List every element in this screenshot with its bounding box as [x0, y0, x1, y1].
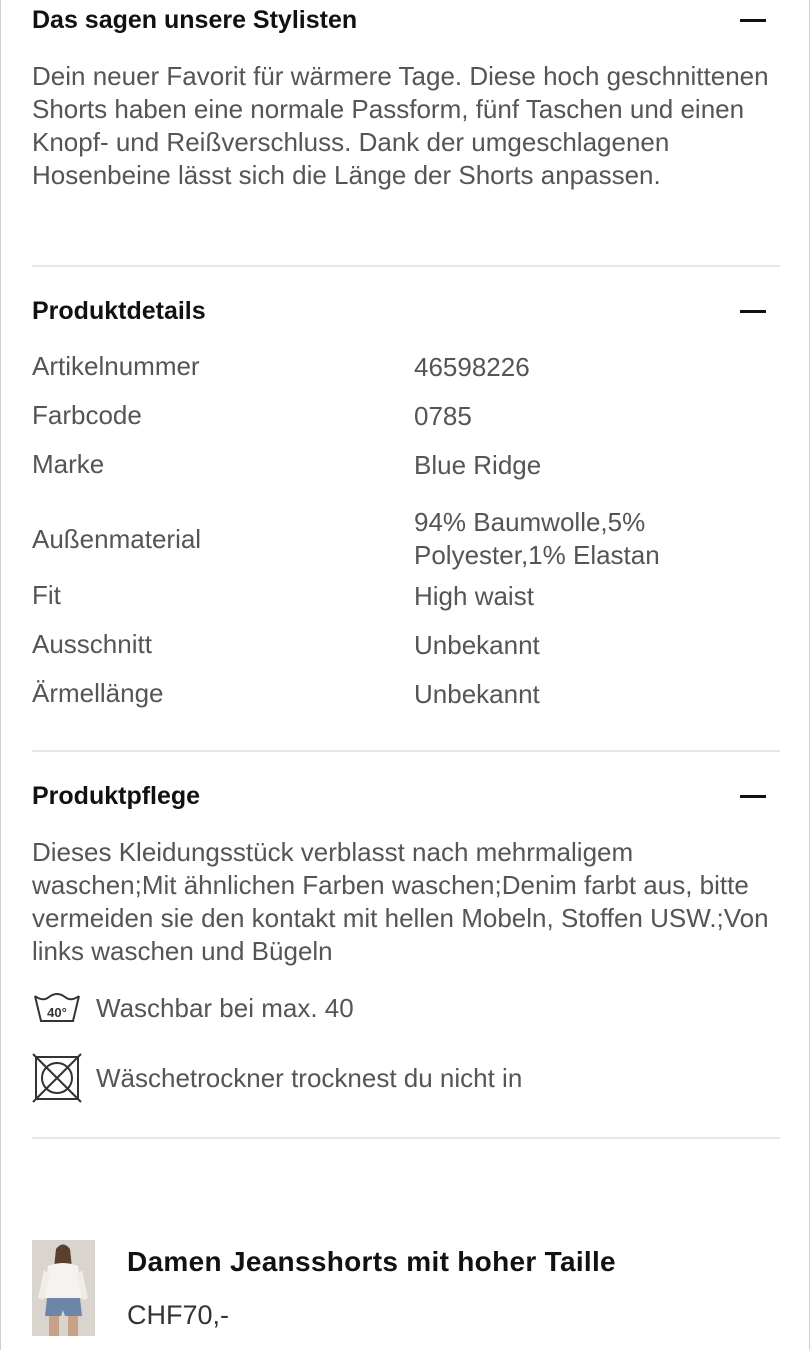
details-label: Fit — [32, 580, 61, 610]
divider — [32, 1137, 780, 1139]
care-item: Wäschetrockner trocknest du nicht in — [32, 1053, 780, 1103]
details-value: 94% Baumwolle,5% Polyester,1% Elastan — [414, 507, 660, 570]
care-symbols: 40° Waschbar bei max. 40 Wäschetrockner … — [32, 988, 780, 1103]
details-value: 0785 — [414, 401, 472, 431]
minus-icon — [740, 794, 766, 798]
stylists-text: Dein neuer Favorit für wärmere Tage. Die… — [32, 61, 769, 190]
details-header[interactable]: Produktdetails — [32, 293, 780, 329]
care-collapse-button[interactable] — [740, 778, 780, 814]
details-section: Produktdetails — [32, 293, 780, 329]
divider — [32, 265, 780, 267]
right-edge — [809, 0, 810, 1350]
details-label: Außenmaterial — [32, 523, 202, 554]
care-item-label: Waschbar bei max. 40 — [96, 992, 354, 1023]
stylists-section: Das sagen unsere Stylisten Dein neuer Fa… — [32, 2, 780, 192]
wash-temp-label: 40° — [47, 1005, 67, 1020]
details-row: Artikelnummer 46598226 — [32, 351, 780, 400]
details-value: High waist — [414, 581, 534, 611]
details-row: Außenmaterial 94% Baumwolle,5% Polyester… — [32, 498, 780, 580]
product-info: Damen Jeansshorts mit hoher Taille CHF70… — [127, 1240, 616, 1340]
stylists-title: Das sagen unsere Stylisten — [32, 5, 358, 34]
details-label: Marke — [32, 449, 105, 479]
minus-icon — [740, 309, 766, 313]
details-table: Artikelnummer 46598226 Farbcode 0785 Mar… — [32, 351, 780, 727]
details-row: Marke Blue Ridge — [32, 449, 780, 498]
minus-icon — [740, 18, 766, 22]
product-summary[interactable]: Damen Jeansshorts mit hoher Taille CHF70… — [32, 1240, 780, 1340]
details-label: Artikelnummer — [32, 351, 200, 381]
stylists-header[interactable]: Das sagen unsere Stylisten — [32, 2, 780, 38]
care-text: Dieses Kleidungsstück verblasst nach meh… — [32, 837, 769, 966]
product-price: CHF70,- — [127, 1300, 230, 1330]
details-row: Farbcode 0785 — [32, 400, 780, 449]
details-title: Produktdetails — [32, 296, 206, 325]
product-title[interactable]: Damen Jeansshorts mit hoher Taille — [127, 1246, 616, 1278]
product-thumbnail[interactable] — [32, 1240, 95, 1336]
care-section: Produktpflege Dieses Kleidungsstück verb… — [32, 778, 780, 968]
details-collapse-button[interactable] — [740, 293, 780, 329]
stylists-collapse-button[interactable] — [740, 2, 780, 38]
details-value: Unbekannt — [414, 679, 540, 709]
care-item-label: Wäschetrockner trocknest du nicht in — [96, 1062, 523, 1093]
details-value: 46598226 — [414, 352, 530, 382]
details-label: Ausschnitt — [32, 629, 152, 659]
details-row: Ausschnitt Unbekannt — [32, 629, 780, 678]
details-row: Ärmellänge Unbekannt — [32, 678, 780, 727]
details-label: Farbcode — [32, 400, 142, 430]
care-header[interactable]: Produktpflege — [32, 778, 780, 814]
details-value: Unbekannt — [414, 630, 540, 660]
left-edge — [0, 0, 1, 1350]
no-tumble-dry-icon — [32, 1053, 82, 1103]
care-title: Produktpflege — [32, 781, 201, 810]
details-row: Fit High waist — [32, 580, 780, 629]
details-label: Ärmellänge — [32, 678, 164, 708]
divider — [32, 750, 780, 752]
wash-40-icon: 40° — [32, 991, 82, 1025]
care-item: 40° Waschbar bei max. 40 — [32, 988, 780, 1028]
details-value: Blue Ridge — [414, 450, 542, 480]
